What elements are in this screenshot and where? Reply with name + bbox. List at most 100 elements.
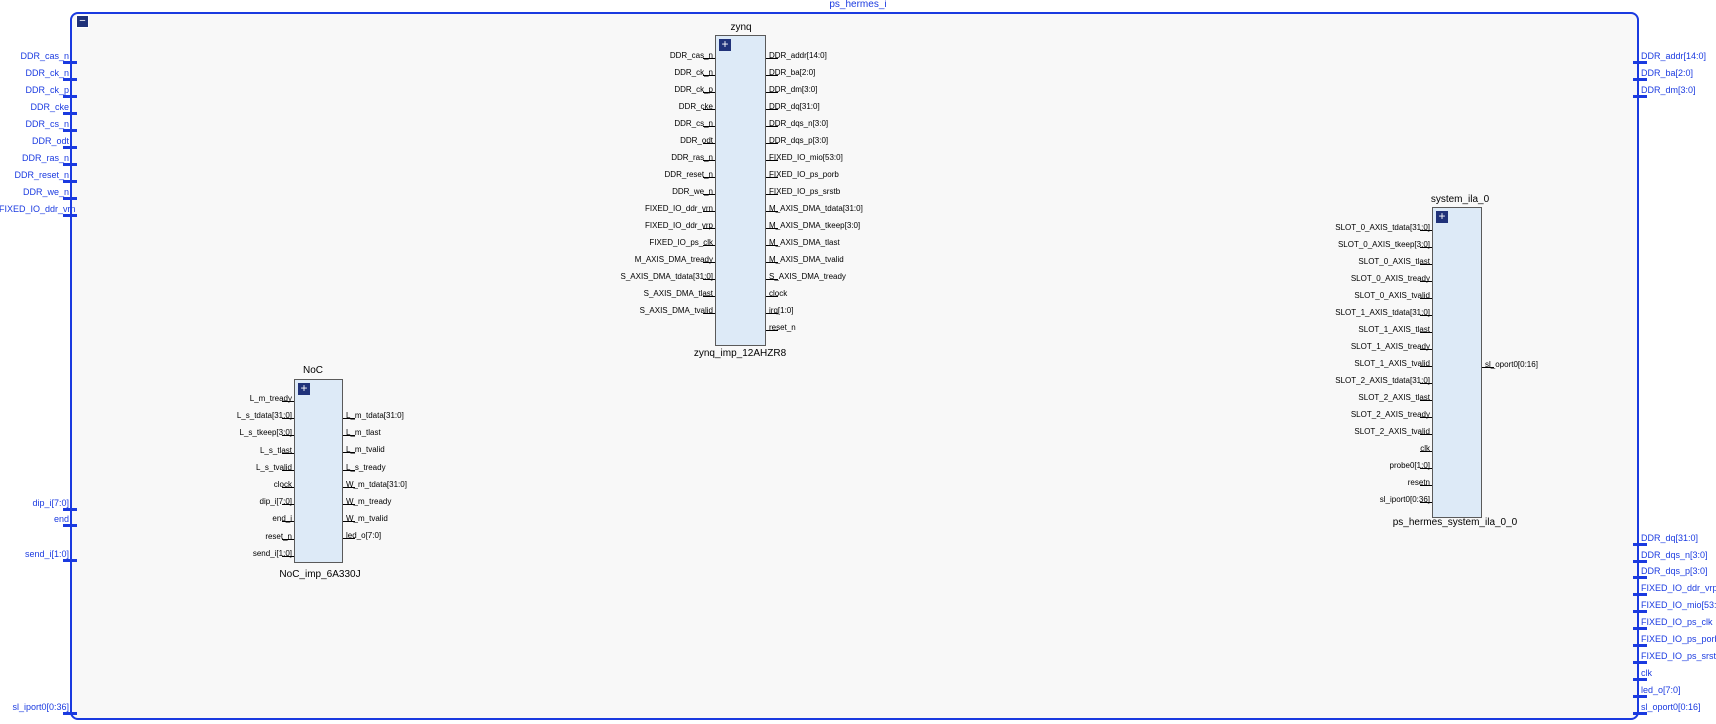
ila-pin-stub[interactable] bbox=[1482, 367, 1494, 368]
left-port-connector[interactable] bbox=[63, 180, 77, 183]
expand-icon[interactable]: + bbox=[298, 382, 310, 395]
right-port-connector[interactable] bbox=[1633, 95, 1647, 98]
noc-pin-stub[interactable] bbox=[343, 521, 355, 523]
noc-pin-stub[interactable] bbox=[282, 538, 294, 540]
zynq-pin-stub[interactable] bbox=[766, 92, 778, 93]
right-port-connector[interactable] bbox=[1633, 560, 1647, 563]
left-port-connector[interactable] bbox=[63, 163, 77, 166]
left-port-connector[interactable] bbox=[63, 112, 77, 115]
zynq-pin-stub[interactable] bbox=[703, 75, 715, 76]
zynq-pin-stub[interactable] bbox=[766, 330, 778, 331]
ila-pin-stub[interactable] bbox=[1420, 468, 1432, 469]
zynq-pin-stub[interactable] bbox=[703, 126, 715, 127]
zynq-pin-stub[interactable] bbox=[703, 262, 715, 263]
zynq-block[interactable]: + bbox=[715, 35, 766, 346]
left-port-connector[interactable] bbox=[63, 712, 77, 715]
zynq-pin-stub[interactable] bbox=[703, 296, 715, 297]
zynq-pin-stub[interactable] bbox=[766, 126, 778, 127]
ila-pin-stub[interactable] bbox=[1420, 417, 1432, 418]
noc-pin-stub[interactable] bbox=[343, 538, 355, 540]
ila-pin-stub[interactable] bbox=[1420, 332, 1432, 333]
right-port-connector[interactable] bbox=[1633, 543, 1647, 546]
zynq-pin-stub[interactable] bbox=[703, 160, 715, 161]
zynq-pin-stub[interactable] bbox=[703, 313, 715, 314]
left-port-connector[interactable] bbox=[63, 214, 77, 217]
ila-pin-stub[interactable] bbox=[1420, 502, 1432, 503]
zynq-pin-stub[interactable] bbox=[703, 143, 715, 144]
ila-pin-stub[interactable] bbox=[1420, 230, 1432, 231]
right-port-connector[interactable] bbox=[1633, 678, 1647, 681]
right-port-connector[interactable] bbox=[1633, 61, 1647, 64]
left-port-connector[interactable] bbox=[63, 524, 77, 527]
ila-pin-stub[interactable] bbox=[1420, 366, 1432, 367]
noc-pin-stub[interactable] bbox=[282, 401, 294, 402]
right-port-connector[interactable] bbox=[1633, 593, 1647, 596]
noc-pin-stub[interactable] bbox=[343, 486, 355, 488]
ila-pin-stub[interactable] bbox=[1420, 264, 1432, 265]
right-port-connector[interactable] bbox=[1633, 627, 1647, 630]
left-port-connector[interactable] bbox=[63, 78, 77, 81]
left-port-connector[interactable] bbox=[63, 559, 77, 562]
noc-pin-stub[interactable] bbox=[282, 521, 294, 523]
ila-pin-stub[interactable] bbox=[1420, 349, 1432, 350]
noc-pin-stub[interactable] bbox=[282, 418, 294, 420]
zynq-pin-stub[interactable] bbox=[703, 58, 715, 59]
right-port-connector[interactable] bbox=[1633, 695, 1647, 698]
zynq-pin-stub[interactable] bbox=[766, 313, 778, 314]
right-port-connector[interactable] bbox=[1633, 712, 1647, 715]
zynq-pin-stub[interactable] bbox=[703, 245, 715, 246]
ila-pin-stub[interactable] bbox=[1420, 383, 1432, 384]
ila-pin-stub[interactable] bbox=[1420, 281, 1432, 282]
zynq-pin-stub[interactable] bbox=[766, 109, 778, 110]
noc-pin-stub[interactable] bbox=[343, 452, 355, 454]
noc-pin-stub[interactable] bbox=[282, 487, 294, 488]
ila-pin-stub[interactable] bbox=[1420, 400, 1432, 401]
noc-pin-stub[interactable] bbox=[343, 469, 355, 471]
zynq-pin-stub[interactable] bbox=[766, 262, 778, 263]
right-port-connector[interactable] bbox=[1633, 78, 1647, 81]
zynq-pin-stub[interactable] bbox=[703, 92, 715, 93]
zynq-pin-stub[interactable] bbox=[766, 279, 778, 280]
noc-pin-stub[interactable] bbox=[282, 452, 294, 454]
noc-pin-stub[interactable] bbox=[282, 504, 294, 506]
ila-pin-stub[interactable] bbox=[1420, 247, 1432, 248]
zynq-pin-stub[interactable] bbox=[766, 194, 778, 195]
left-port-connector[interactable] bbox=[63, 95, 77, 98]
zynq-pin-stub[interactable] bbox=[703, 211, 715, 212]
zynq-pin-stub[interactable] bbox=[766, 228, 778, 229]
zynq-pin-stub[interactable] bbox=[766, 160, 778, 161]
zynq-pin-stub[interactable] bbox=[766, 177, 778, 178]
left-port-connector[interactable] bbox=[63, 61, 77, 64]
ila-pin-stub[interactable] bbox=[1420, 451, 1432, 452]
right-port-connector[interactable] bbox=[1633, 610, 1647, 613]
zynq-pin-stub[interactable] bbox=[766, 75, 778, 76]
zynq-pin-stub[interactable] bbox=[766, 143, 778, 144]
expand-icon[interactable]: + bbox=[1436, 210, 1448, 223]
right-port-connector[interactable] bbox=[1633, 661, 1647, 664]
noc-pin-stub[interactable] bbox=[343, 504, 355, 505]
ila-pin-stub[interactable] bbox=[1420, 485, 1432, 486]
left-port-connector[interactable] bbox=[63, 146, 77, 149]
zynq-pin-stub[interactable] bbox=[703, 228, 715, 229]
left-port-connector[interactable] bbox=[63, 508, 77, 511]
noc-pin-stub[interactable] bbox=[343, 435, 355, 437]
zynq-pin-stub[interactable] bbox=[703, 109, 715, 110]
ila-block[interactable]: + bbox=[1432, 207, 1482, 518]
right-port-connector[interactable] bbox=[1633, 644, 1647, 647]
zynq-pin-stub[interactable] bbox=[703, 177, 715, 178]
ila-pin-stub[interactable] bbox=[1420, 434, 1432, 435]
zynq-pin-stub[interactable] bbox=[703, 194, 715, 195]
expand-icon[interactable]: + bbox=[719, 38, 731, 51]
zynq-pin-stub[interactable] bbox=[766, 245, 778, 246]
zynq-pin-stub[interactable] bbox=[766, 296, 778, 297]
ila-pin-stub[interactable] bbox=[1420, 315, 1432, 316]
collapse-icon[interactable]: − bbox=[76, 15, 89, 28]
noc-pin-stub[interactable] bbox=[282, 469, 294, 471]
ila-pin-stub[interactable] bbox=[1420, 298, 1432, 299]
noc-pin-stub[interactable] bbox=[282, 555, 294, 557]
zynq-pin-stub[interactable] bbox=[703, 279, 715, 280]
noc-block[interactable]: + bbox=[294, 379, 343, 563]
noc-pin-stub[interactable] bbox=[343, 418, 355, 419]
left-port-connector[interactable] bbox=[63, 129, 77, 132]
zynq-pin-stub[interactable] bbox=[766, 58, 778, 59]
